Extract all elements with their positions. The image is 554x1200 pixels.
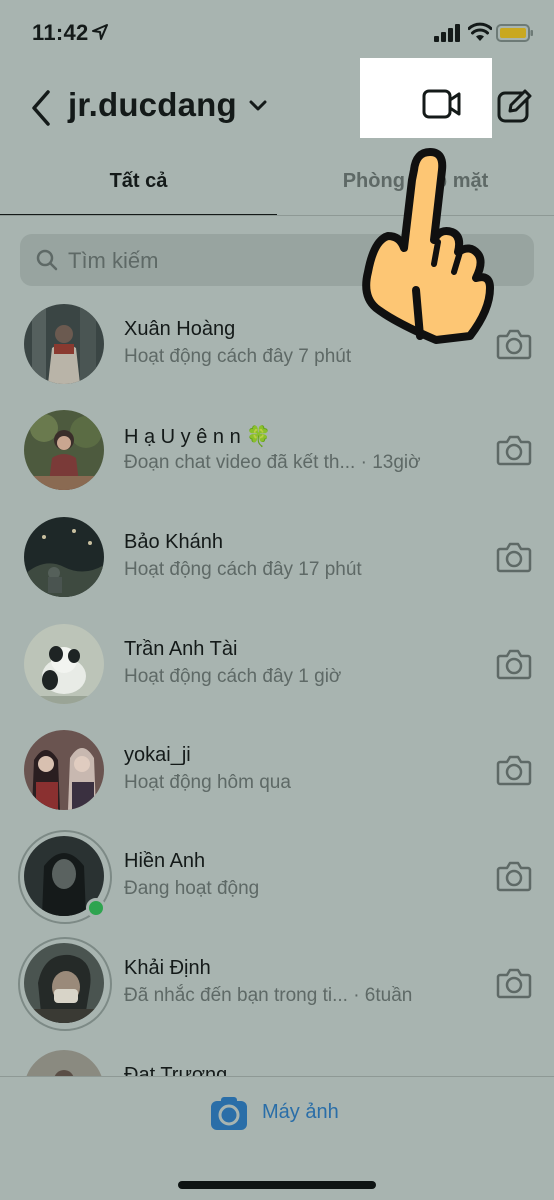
conversation-subtitle: Đã nhắc đến bạn trong ti... · 6tuần bbox=[124, 985, 413, 1006]
conversation-name: Bảo Khánh bbox=[124, 531, 223, 553]
conversation-row[interactable]: yokai_ji Hoạt động hôm qua bbox=[0, 724, 554, 830]
bottom-bar: Máy ảnh bbox=[0, 1076, 554, 1200]
cellular-signal-icon bbox=[434, 24, 460, 42]
conversation-subtitle: Đang hoạt động bbox=[124, 878, 260, 899]
camera-icon[interactable] bbox=[496, 754, 532, 786]
avatar[interactable] bbox=[18, 404, 112, 498]
location-arrow-icon bbox=[92, 24, 108, 40]
new-video-call-button[interactable] bbox=[360, 58, 492, 138]
avatar[interactable] bbox=[18, 511, 112, 605]
avatar-image bbox=[24, 624, 104, 704]
conversation-row[interactable]: Khải Định Đã nhắc đến bạn trong ti... · … bbox=[0, 937, 554, 1043]
conversation-row[interactable]: Hiền Anh Đang hoạt động bbox=[0, 830, 554, 936]
compose-icon[interactable] bbox=[496, 88, 532, 124]
search-placeholder: Tìm kiếm bbox=[68, 248, 159, 273]
avatar[interactable] bbox=[18, 1044, 112, 1078]
account-name[interactable]: jr.ducdang bbox=[68, 86, 237, 124]
camera-button[interactable]: Máy ảnh bbox=[210, 1095, 360, 1135]
avatar-image bbox=[24, 730, 104, 810]
conversation-name: Khải Định bbox=[124, 957, 211, 979]
camera-icon[interactable] bbox=[496, 328, 532, 360]
conversation-row[interactable]: Đạt Trương bbox=[0, 1044, 554, 1078]
avatar-image bbox=[24, 410, 104, 490]
conversation-name: yokai_ji bbox=[124, 744, 191, 766]
camera-icon[interactable] bbox=[496, 648, 532, 680]
avatar-image bbox=[24, 517, 104, 597]
conversation-name: H ạ U y ê n n 🍀 bbox=[124, 426, 272, 448]
video-camera-icon bbox=[422, 89, 461, 119]
avatar[interactable] bbox=[18, 724, 112, 818]
avatar-image bbox=[24, 1050, 104, 1078]
conversation-subtitle: Hoạt động cách đây 7 phút bbox=[124, 346, 352, 367]
camera-icon[interactable] bbox=[496, 967, 532, 999]
avatar[interactable] bbox=[18, 298, 112, 392]
conversation-name: Trần Anh Tài bbox=[124, 638, 238, 660]
conversation-subtitle: Đoạn chat video đã kết th... · 13giờ bbox=[124, 452, 421, 473]
conversation-list: Xuân Hoàng Hoạt động cách đây 7 phút H ạ… bbox=[0, 298, 554, 1078]
conversation-name: Hiền Anh bbox=[124, 850, 206, 872]
home-indicator[interactable] bbox=[178, 1181, 376, 1189]
conversation-subtitle: Hoạt động hôm qua bbox=[124, 772, 291, 793]
avatar[interactable] bbox=[18, 618, 112, 712]
tab-all[interactable]: Tất cả bbox=[0, 160, 277, 216]
battery-icon bbox=[496, 24, 533, 42]
camera-icon[interactable] bbox=[496, 860, 532, 892]
camera-icon[interactable] bbox=[496, 541, 532, 573]
avatar[interactable] bbox=[18, 937, 112, 1031]
search-icon bbox=[36, 249, 58, 271]
conversation-subtitle: Hoạt động cách đây 17 phút bbox=[124, 559, 362, 580]
avatar[interactable] bbox=[18, 830, 112, 924]
conversation-subtitle: Hoạt động cách đây 1 giờ bbox=[124, 666, 342, 687]
conversation-row[interactable]: Bảo Khánh Hoạt động cách đây 17 phút bbox=[0, 511, 554, 617]
header: jr.ducdang bbox=[0, 58, 554, 150]
avatar-image bbox=[24, 304, 104, 384]
camera-button-label: Máy ảnh bbox=[262, 1101, 339, 1123]
avatar-image bbox=[24, 943, 104, 1023]
conversation-row[interactable]: H ạ U y ê n n 🍀 Đoạn chat video đã kết t… bbox=[0, 404, 554, 510]
status-time: 11:42 bbox=[32, 20, 89, 45]
chevron-down-icon[interactable] bbox=[248, 98, 268, 114]
pointing-hand-icon bbox=[362, 148, 494, 344]
wifi-icon bbox=[468, 22, 492, 41]
conversation-name: Xuân Hoàng bbox=[124, 318, 236, 340]
conversation-row[interactable]: Trần Anh Tài Hoạt động cách đây 1 giờ bbox=[0, 618, 554, 724]
back-chevron-icon[interactable] bbox=[28, 88, 54, 128]
camera-icon bbox=[211, 1097, 247, 1130]
online-status-dot bbox=[86, 898, 106, 918]
camera-icon[interactable] bbox=[496, 434, 532, 466]
